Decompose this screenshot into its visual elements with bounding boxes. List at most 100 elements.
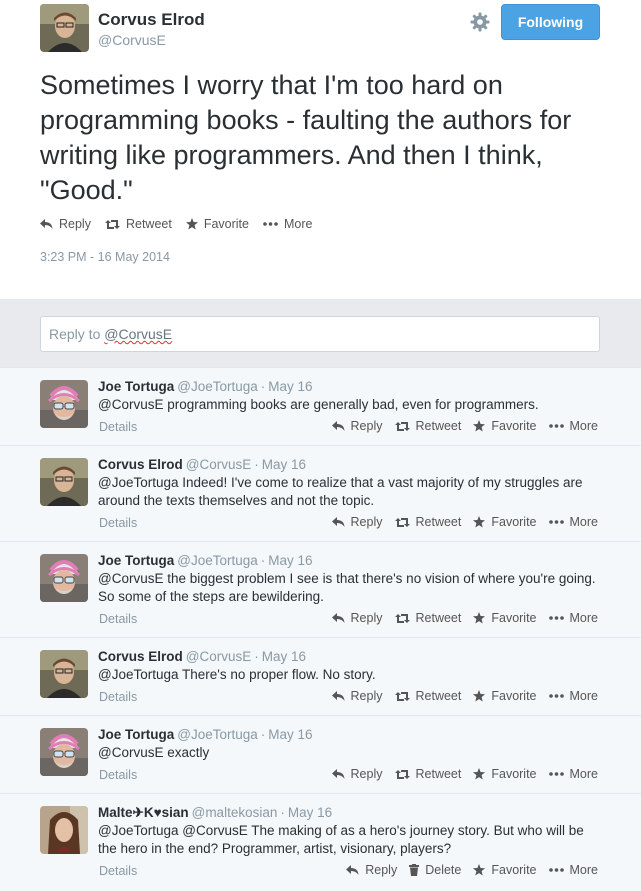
reply-button[interactable]: Reply: [331, 689, 383, 703]
reply-text: @JoeTortuga @CorvusE The making of as a …: [98, 823, 584, 856]
retweet-icon: [394, 769, 410, 779]
delete-button[interactable]: Delete: [409, 863, 461, 877]
more-label: More: [569, 611, 598, 625]
reply-area: Reply to @CorvusE: [0, 299, 641, 367]
details-link[interactable]: Details: [99, 768, 137, 782]
reply-actions: Reply Retweet Favorite More: [331, 689, 598, 703]
more-button[interactable]: More: [548, 611, 598, 625]
reply-text: @CorvusE exactly: [98, 745, 210, 760]
reply-author-handle[interactable]: @JoeTortuga: [177, 553, 258, 568]
reply-author-handle[interactable]: @CorvusE: [186, 649, 251, 664]
reply-item[interactable]: Joe Tortuga @JoeTortuga · May 16 @CorvusE pr…: [0, 367, 641, 445]
author-handle[interactable]: @CorvusE: [98, 32, 166, 48]
following-button[interactable]: Following: [501, 4, 600, 40]
more-label: More: [569, 515, 598, 529]
retweet-icon: [394, 613, 410, 623]
details-link[interactable]: Details: [99, 690, 137, 704]
favorite-button[interactable]: Favorite: [473, 689, 537, 703]
reply-button[interactable]: Reply: [331, 767, 383, 781]
details-link[interactable]: Details: [99, 864, 137, 878]
favorite-button[interactable]: Favorite: [473, 419, 537, 433]
reply-icon: [346, 864, 359, 875]
reply-author-name[interactable]: Corvus Elrod: [98, 457, 183, 472]
more-button[interactable]: More: [263, 217, 312, 231]
favorite-button[interactable]: Favorite: [473, 515, 537, 529]
more-button[interactable]: More: [548, 419, 598, 433]
reply-label: Reply: [350, 419, 383, 433]
more-label: More: [569, 767, 598, 781]
favorite-button[interactable]: Favorite: [473, 767, 537, 781]
reply-label: Reply: [59, 217, 91, 231]
retweet-button[interactable]: Retweet: [104, 217, 172, 231]
reply-actions: Reply Delete Favorite More: [346, 863, 598, 877]
reply-item[interactable]: Joe Tortuga @JoeTortuga · May 16 @CorvusE th…: [0, 541, 641, 637]
reply-item[interactable]: Joe Tortuga @JoeTortuga · May 16 @CorvusE ex…: [0, 715, 641, 793]
reply-date[interactable]: May 16: [288, 805, 332, 820]
star-icon: [473, 690, 486, 702]
reply-item[interactable]: Corvus Elrod @CorvusE · May 16 @JoeTortuga I…: [0, 445, 641, 541]
reply-author-handle[interactable]: @JoeTortuga: [177, 727, 258, 742]
reply-avatar[interactable]: [40, 458, 88, 506]
reply-author-name[interactable]: Malte✈K♥sian: [98, 805, 189, 820]
retweet-button[interactable]: Retweet: [394, 611, 461, 625]
more-label: More: [569, 419, 598, 433]
retweet-button[interactable]: Retweet: [394, 767, 461, 781]
details-link[interactable]: Details: [99, 612, 137, 626]
favorite-button[interactable]: Favorite: [473, 863, 537, 877]
reply-label: Reply: [365, 863, 398, 877]
details-link[interactable]: Details: [99, 420, 137, 434]
reply-item[interactable]: Malte✈K♥sian @maltekosian · May 16 @JoeTortu…: [0, 793, 641, 891]
more-button[interactable]: More: [548, 767, 598, 781]
details-link[interactable]: Details: [99, 516, 137, 530]
reply-button[interactable]: Reply: [346, 863, 397, 877]
reply-input-mention: @CorvusE: [104, 326, 173, 342]
reply-date[interactable]: May 16: [268, 727, 312, 742]
reply-icon: [331, 768, 345, 779]
reply-button[interactable]: Reply: [331, 515, 383, 529]
reply-author-handle[interactable]: @maltekosian: [192, 805, 278, 820]
reply-item[interactable]: Corvus Elrod @CorvusE · May 16 @JoeTortuga T…: [0, 637, 641, 715]
reply-input[interactable]: Reply to @CorvusE: [40, 316, 600, 352]
reply-author-name[interactable]: Joe Tortuga: [98, 727, 174, 742]
reply-avatar[interactable]: [40, 380, 88, 428]
favorite-label: Favorite: [491, 767, 537, 781]
retweet-icon: [394, 517, 410, 527]
more-button[interactable]: More: [548, 689, 598, 703]
reply-input-prefix: Reply to: [49, 326, 105, 342]
author-avatar[interactable]: [40, 4, 89, 52]
reply-author-name[interactable]: Joe Tortuga: [98, 379, 174, 394]
reply-button[interactable]: Reply: [40, 217, 91, 231]
retweet-button[interactable]: Retweet: [394, 515, 462, 529]
more-button[interactable]: More: [548, 515, 598, 529]
author-name[interactable]: Corvus Elrod: [98, 10, 205, 30]
more-button[interactable]: More: [548, 863, 598, 877]
reply-author-name[interactable]: Joe Tortuga: [98, 553, 174, 568]
retweet-button[interactable]: Retweet: [394, 419, 461, 433]
gear-icon[interactable]: [468, 10, 492, 34]
reply-date[interactable]: May 16: [268, 553, 312, 568]
reply-header: Joe Tortuga @JoeTortuga · May 16: [98, 553, 313, 568]
reply-avatar[interactable]: [40, 728, 88, 776]
retweet-button[interactable]: Retweet: [394, 689, 462, 703]
more-label: More: [569, 689, 598, 703]
retweet-label: Retweet: [415, 689, 462, 703]
favorite-button[interactable]: Favorite: [473, 611, 537, 625]
retweet-icon: [104, 219, 120, 229]
reply-avatar[interactable]: [40, 650, 88, 698]
reply-date[interactable]: May 16: [262, 457, 306, 472]
reply-date[interactable]: May 16: [268, 379, 312, 394]
tweet-timestamp[interactable]: 3:23 PM - 16 May 2014: [40, 250, 170, 264]
reply-avatar[interactable]: [40, 806, 88, 854]
reply-author-handle[interactable]: @JoeTortuga: [177, 379, 258, 394]
favorite-label: Favorite: [491, 689, 537, 703]
favorite-button[interactable]: Favorite: [185, 217, 249, 231]
reply-author-handle[interactable]: @CorvusE: [186, 457, 251, 472]
reply-avatar[interactable]: [40, 554, 88, 602]
reply-button[interactable]: Reply: [331, 611, 383, 625]
retweet-label: Retweet: [415, 515, 462, 529]
reply-date[interactable]: May 16: [262, 649, 306, 664]
reply-icon: [331, 690, 345, 701]
reply-button[interactable]: Reply: [331, 419, 383, 433]
star-icon: [473, 516, 486, 528]
reply-author-name[interactable]: Corvus Elrod: [98, 649, 183, 664]
